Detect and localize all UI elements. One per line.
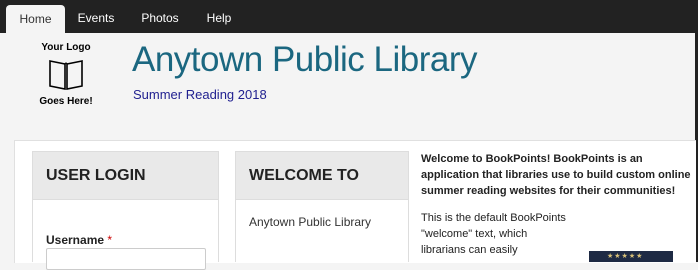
tab-events-label: Events bbox=[77, 11, 115, 25]
intro-column: Welcome to BookPoints! BookPoints is an … bbox=[421, 151, 693, 258]
tab-photos-label: Photos bbox=[141, 11, 179, 25]
site-subtitle: Summer Reading 2018 bbox=[133, 87, 267, 102]
username-input[interactable] bbox=[46, 248, 206, 270]
top-navbar: Home Events Photos Help bbox=[0, 0, 698, 33]
tab-photos[interactable]: Photos bbox=[131, 0, 189, 33]
intro-bold-text: Welcome to BookPoints! BookPoints is an … bbox=[421, 153, 691, 197]
login-panel: USER LOGIN Username * bbox=[32, 151, 219, 270]
tab-help-label: Help bbox=[206, 11, 232, 25]
site-logo[interactable]: Your Logo Goes Here! bbox=[30, 42, 102, 108]
open-book-icon bbox=[49, 60, 83, 90]
stars-decoration: ★★★★★ bbox=[607, 253, 644, 260]
welcome-panel: WELCOME TO Anytown Public Library bbox=[235, 151, 409, 262]
tab-home-label: Home bbox=[19, 12, 52, 26]
logo-line-2: Goes Here! bbox=[39, 96, 93, 107]
logo-line-1: Your Logo bbox=[41, 42, 91, 53]
intro-body-text: This is the default BookPoints "welcome"… bbox=[421, 212, 566, 256]
required-mark: * bbox=[107, 233, 113, 247]
welcome-text: Anytown Public Library bbox=[249, 215, 372, 229]
tab-help[interactable]: Help bbox=[193, 0, 245, 33]
username-label: Username bbox=[46, 233, 105, 247]
tab-events[interactable]: Events bbox=[67, 0, 125, 33]
book-cover-image: ★★★★★ bbox=[589, 251, 673, 262]
login-heading: USER LOGIN bbox=[33, 152, 218, 200]
welcome-heading: WELCOME TO bbox=[236, 152, 408, 200]
tab-home[interactable]: Home bbox=[6, 5, 65, 33]
site-title[interactable]: Anytown Public Library bbox=[132, 40, 478, 80]
